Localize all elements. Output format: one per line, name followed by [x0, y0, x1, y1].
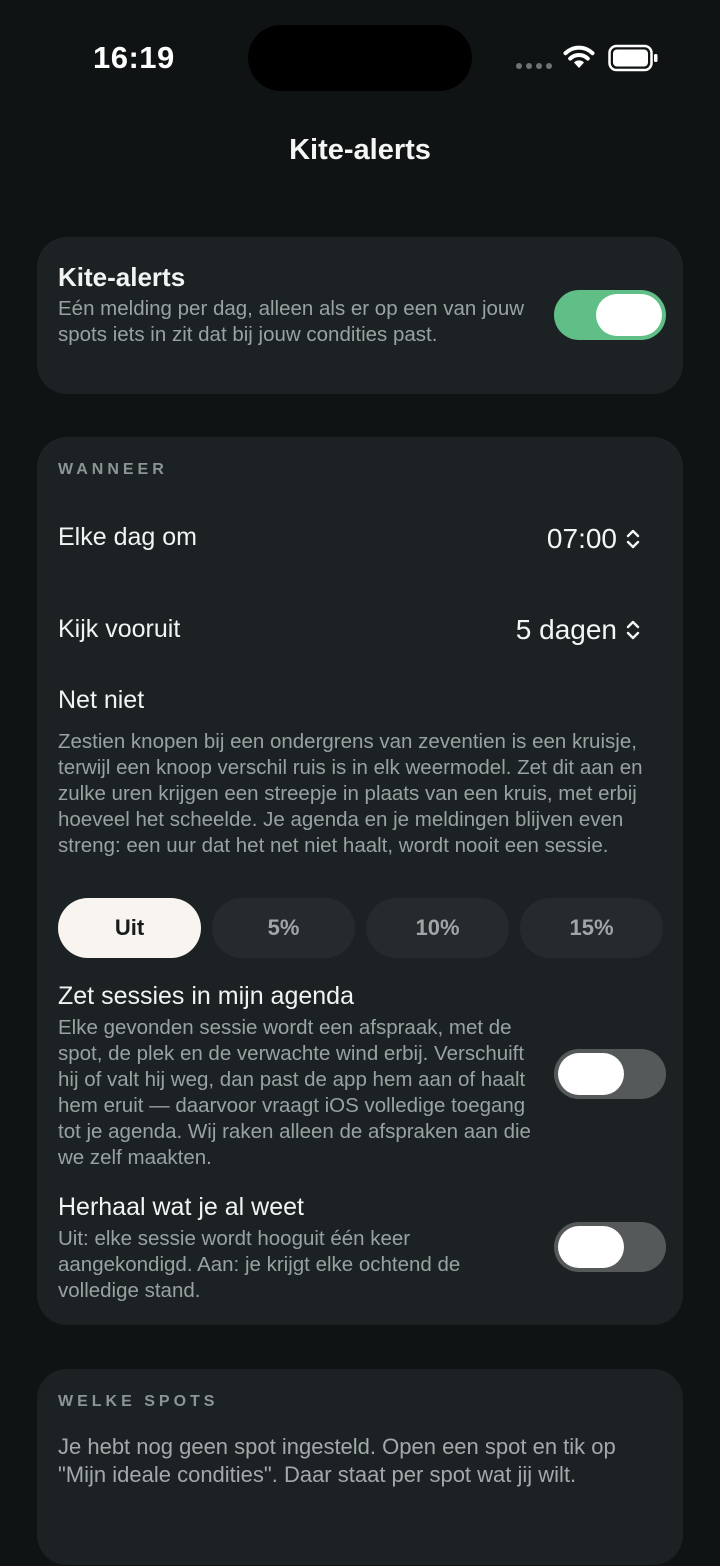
section-label-spots: WELKE SPOTS	[58, 1393, 219, 1410]
wifi-icon	[563, 45, 595, 68]
daily-time-label: Elke dag om	[58, 523, 197, 551]
calendar-title: Zet sessies in mijn agenda	[58, 982, 354, 1010]
alerts-card: Kite-alerts Eén melding per dag, alleen …	[37, 237, 683, 394]
chevron-up-down-icon	[626, 529, 640, 549]
lookahead-value: 5 dagen	[515, 614, 617, 645]
near-miss-description: Zestien knopen bij een ondergrens van ze…	[58, 730, 643, 857]
near-miss-option-15[interactable]: 15%	[520, 898, 663, 958]
alerts-toggle[interactable]	[554, 290, 666, 340]
daily-time-value: 07:00	[546, 523, 617, 554]
near-miss-title: Net niet	[58, 686, 145, 714]
battery-icon	[608, 44, 658, 72]
toggle-knob	[558, 1226, 624, 1268]
toggle-knob	[596, 294, 662, 336]
spots-card: WELKE SPOTS Je hebt nog geen spot ingest…	[37, 1369, 683, 1565]
section-label-when: WANNEER	[58, 461, 168, 478]
calendar-description: Elke gevonden sessie wordt een afspraak,…	[58, 1016, 531, 1169]
alerts-description: Eén melding per dag, alleen als er op ee…	[58, 297, 525, 346]
calendar-toggle[interactable]	[554, 1049, 666, 1099]
spots-empty-text: Je hebt nog geen spot ingesteld. Open ee…	[58, 1434, 616, 1487]
near-miss-option-uit[interactable]: Uit	[58, 898, 201, 958]
page-title: Kite-alerts	[289, 134, 431, 166]
toggle-knob	[558, 1053, 624, 1095]
status-time: 16:19	[93, 40, 175, 75]
daily-time-picker[interactable]: 07:00	[547, 523, 641, 555]
screen: 16:19 Kite-alerts Kite-alerts Eén meldin…	[0, 0, 720, 1566]
near-miss-option-10[interactable]: 10%	[366, 898, 509, 958]
near-miss-option-5[interactable]: 5%	[212, 898, 355, 958]
signal-icon	[516, 63, 552, 69]
repeat-title: Herhaal wat je al weet	[58, 1193, 304, 1221]
when-card: WANNEER Elke dag om 07:00 Kijk vooruit 5…	[37, 437, 683, 1325]
repeat-description: Uit: elke sessie wordt hooguit één keer …	[58, 1227, 461, 1302]
repeat-toggle[interactable]	[554, 1222, 666, 1272]
alerts-title: Kite-alerts	[58, 262, 186, 292]
chevron-up-down-icon	[626, 620, 640, 640]
lookahead-picker[interactable]: 5 dagen	[516, 614, 641, 646]
lookahead-label: Kijk vooruit	[58, 615, 181, 643]
dynamic-island	[248, 25, 472, 91]
